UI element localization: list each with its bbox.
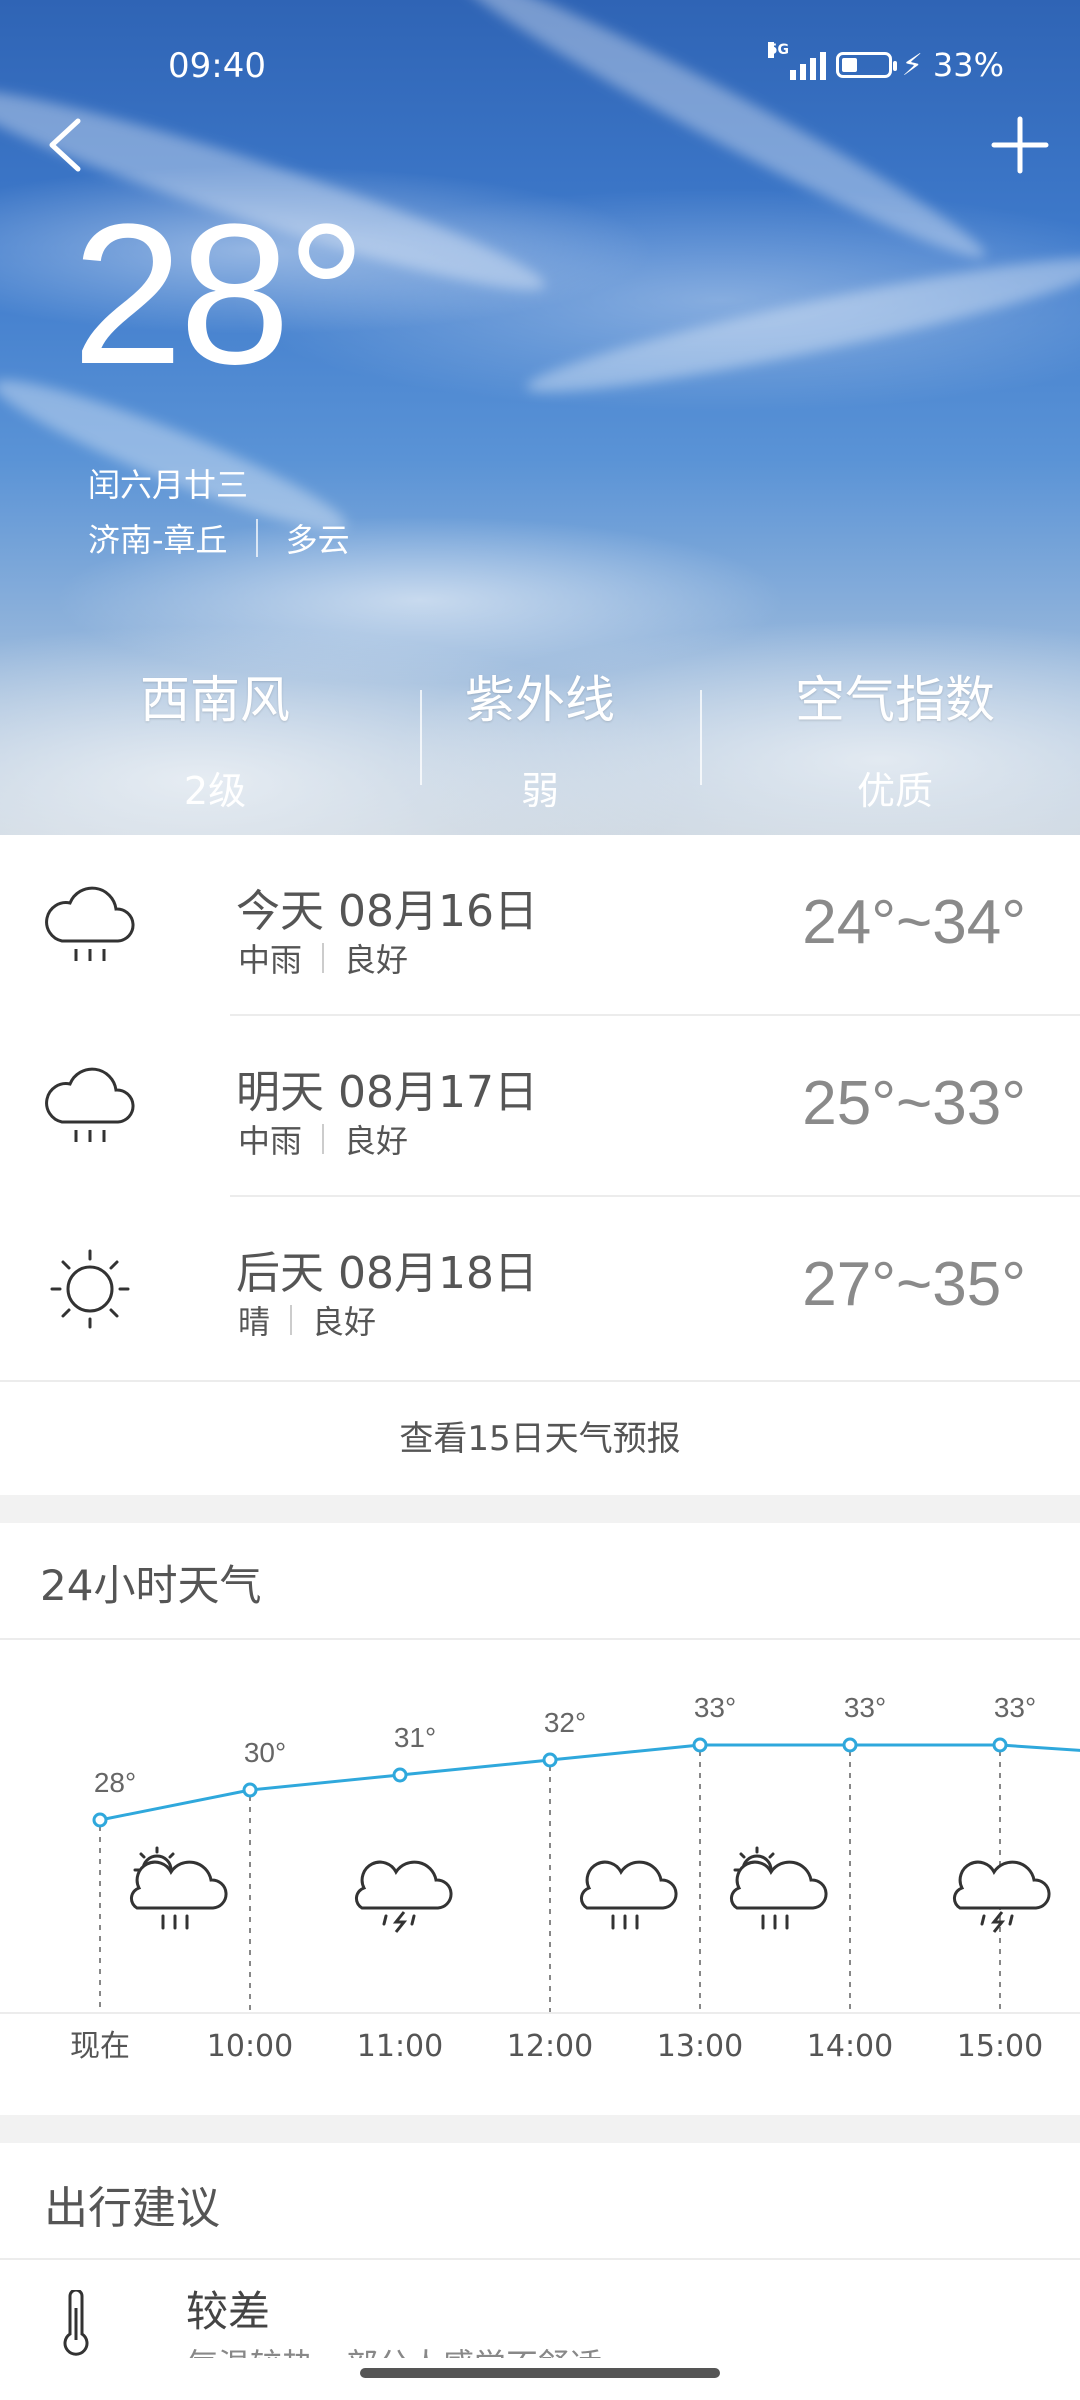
partly-cloudy-rain-icon — [730, 1846, 828, 1930]
temperature-label: 33° — [694, 1692, 736, 1723]
status-icons: 5G ⚡ 33% — [767, 42, 1004, 84]
wind-value: 2级 — [183, 769, 247, 813]
charging-icon: ⚡ — [901, 47, 923, 83]
hour-tick-label: 13:00 — [657, 2029, 743, 2064]
travel-advice-title: 出行建议 — [44, 2183, 220, 2234]
divider — [290, 1305, 293, 1335]
forecast-temp-range: 24°~34° — [802, 888, 1026, 957]
temperature-point — [242, 1782, 258, 1798]
current-temperature: 28° — [72, 183, 366, 406]
signal-icon: 5G — [767, 42, 826, 80]
battery-percent: 33% — [932, 46, 1004, 84]
aqi-stat: 空气指数 优质 — [750, 660, 1040, 815]
uv-value: 弱 — [520, 769, 559, 813]
divider — [322, 1124, 325, 1154]
forecast-condition: 中雨 — [238, 1122, 303, 1160]
section-gap — [0, 2115, 1080, 2143]
travel-advice-description: 气温较热，部分人感觉不舒适 — [186, 2340, 602, 2358]
partly-cloudy-rain-icon — [130, 1846, 228, 1930]
travel-advice-level: 较差 — [186, 2287, 271, 2336]
location-row: 济南-章丘 多云 — [88, 515, 350, 561]
thermometer-icon — [63, 2290, 89, 2356]
home-indicator[interactable] — [360, 2368, 720, 2378]
forecast-date: 后天 08月18日 — [236, 1248, 538, 1299]
rain-icon — [45, 886, 135, 961]
divider — [322, 943, 325, 973]
rain-icon — [580, 1860, 678, 1930]
temperature-point — [542, 1752, 558, 1768]
temperature-label: 32° — [544, 1707, 586, 1738]
forecast-row-day-after[interactable]: 后天 08月18日 晴 良好 27°~35° — [0, 1197, 1080, 1378]
forecast-list: 今天 08月16日 中雨 良好 24°~34° 明天 08月17日 中雨 良好 … — [0, 835, 1080, 1378]
thunderstorm-icon — [953, 1860, 1051, 1933]
uv-label: 紫外线 — [465, 671, 615, 729]
network-type: 5G — [767, 42, 790, 58]
forecast-air-quality: 良好 — [344, 941, 409, 979]
temperature-point — [992, 1737, 1008, 1753]
chevron-left-icon[interactable] — [40, 115, 90, 175]
divider — [255, 519, 258, 557]
forecast-detail: 中雨 良好 — [238, 935, 408, 981]
cloud-streak — [521, 238, 1080, 412]
hour-tick-label: 11:00 — [357, 2029, 443, 2064]
weather-hero: 09:40 5G ⚡ 33% 28° 闰六月廿三 济南-章丘 多云 西南风 2级… — [0, 0, 1080, 835]
uv-stat: 紫外线 弱 — [400, 660, 680, 815]
cloud-streak — [443, 0, 997, 278]
hourly-title: 24小时天气 — [40, 1561, 262, 1610]
forecast-date: 今天 08月16日 — [236, 886, 538, 937]
section-gap — [0, 1495, 1080, 1523]
hour-tick-label: 14:00 — [807, 2029, 893, 2064]
temperature-point — [392, 1767, 408, 1783]
temperature-label: 33° — [994, 1692, 1036, 1723]
hourly-temperature-chart[interactable]: 28° 30° 31° 32° 33° 33° 33° 现在 10:00 11:00 12:00 13… — [0, 1640, 1080, 2100]
forecast-air-quality: 良好 — [344, 1122, 409, 1160]
rain-icon — [45, 1067, 135, 1142]
forecast-date: 明天 08月17日 — [236, 1067, 538, 1118]
temperature-point — [92, 1812, 108, 1828]
hour-tick-label: 15:00 — [957, 2029, 1043, 2064]
sun-icon — [50, 1249, 130, 1329]
hour-tick-label: 12:00 — [507, 2029, 593, 2064]
temperature-point — [842, 1737, 858, 1753]
lunar-date: 闰六月廿三 — [88, 466, 249, 504]
aqi-value: 优质 — [856, 769, 933, 813]
forecast-row-today[interactable]: 今天 08月16日 中雨 良好 24°~34° — [0, 835, 1080, 1016]
forecast-condition: 中雨 — [238, 941, 303, 979]
current-condition: 多云 — [285, 521, 350, 559]
forecast-air-quality: 良好 — [312, 1303, 377, 1341]
plus-icon[interactable] — [990, 115, 1050, 175]
temperature-point — [692, 1737, 708, 1753]
wind-label: 西南风 — [140, 671, 290, 729]
view-15-day-forecast-button[interactable]: 查看15日天气预报 — [0, 1380, 1080, 1497]
temperature-label: 33° — [844, 1692, 886, 1723]
divider — [700, 690, 702, 785]
battery-icon — [835, 52, 897, 78]
forecast-temp-range: 27°~35° — [802, 1250, 1026, 1319]
weather-stats: 西南风 2级 紫外线 弱 空气指数 优质 — [0, 660, 1080, 813]
temperature-label: 28° — [94, 1767, 136, 1798]
hour-tick-label: 10:00 — [207, 2029, 293, 2064]
forecast-condition: 晴 — [238, 1303, 271, 1341]
status-time: 09:40 — [168, 46, 266, 86]
forecast-row-tomorrow[interactable]: 明天 08月17日 中雨 良好 25°~33° — [0, 1016, 1080, 1197]
temperature-label: 31° — [394, 1722, 436, 1753]
forecast-detail: 晴 良好 — [238, 1297, 376, 1343]
location-name[interactable]: 济南-章丘 — [88, 515, 228, 561]
hour-tick-label: 现在 — [70, 2029, 130, 2064]
temperature-label: 30° — [244, 1737, 286, 1768]
wind-stat: 西南风 2级 — [70, 660, 360, 815]
forecast-detail: 中雨 良好 — [238, 1116, 408, 1162]
forecast-temp-range: 25°~33° — [802, 1069, 1026, 1138]
divider — [0, 2258, 1080, 2260]
thunderstorm-icon — [355, 1860, 453, 1933]
aqi-label: 空气指数 — [795, 671, 995, 729]
